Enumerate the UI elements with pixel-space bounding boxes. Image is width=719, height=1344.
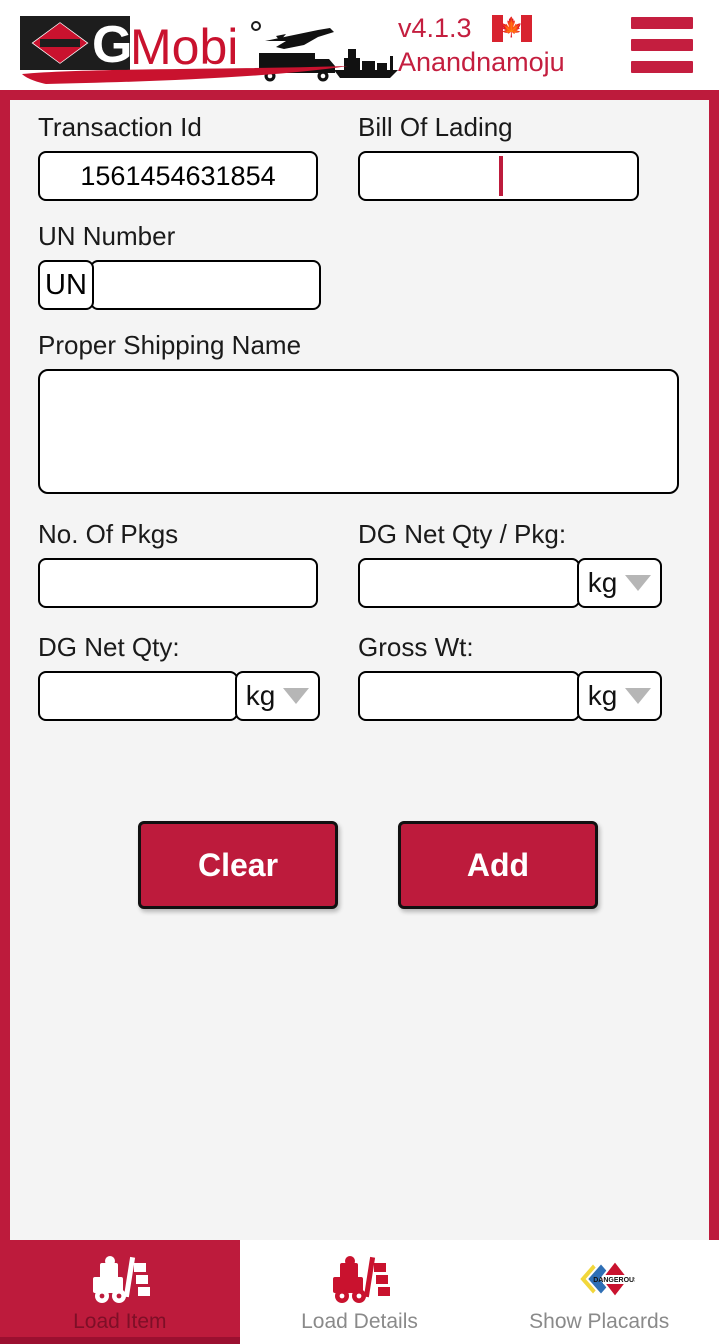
hamburger-menu-icon[interactable] bbox=[631, 17, 693, 73]
content-frame: Transaction Id Bill Of Lading UN Number … bbox=[0, 90, 719, 1240]
app-header: G Mobi v4.1.3 🍁 Anandnamoju bbox=[0, 0, 719, 90]
bottom-navigation: Load Item Load Details DANGEROUS Show Pl… bbox=[0, 1240, 719, 1344]
unit-value-label: kg bbox=[587, 680, 618, 711]
dg-net-qty-unit-dropdown[interactable]: kg bbox=[235, 671, 320, 721]
un-prefix-label: UN bbox=[38, 260, 94, 310]
app-logo: G Mobi bbox=[0, 0, 398, 90]
dg-net-qty-per-pkg-label: DG Net Qty / Pkg: bbox=[358, 519, 567, 549]
chevron-down-icon bbox=[625, 688, 652, 704]
gross-wt-group: kg bbox=[358, 671, 679, 721]
bill-of-lading-wrap bbox=[358, 151, 639, 201]
field-group-transaction-id: Transaction Id bbox=[38, 110, 318, 201]
app-version: v4.1.3 bbox=[398, 13, 472, 43]
tab-label: Load Details bbox=[301, 1310, 418, 1333]
tab-label: Show Placards bbox=[529, 1310, 670, 1333]
dangerous-placard-icon: DANGEROUS bbox=[563, 1250, 635, 1308]
field-group-dg-net-qty-per-pkg: DG Net Qty / Pkg: kg bbox=[358, 517, 679, 608]
no-of-pkgs-input[interactable] bbox=[38, 558, 318, 608]
tab-load-details[interactable]: Load Details bbox=[239, 1240, 480, 1344]
dg-net-qty-per-pkg-group: kg bbox=[358, 558, 679, 608]
unit-value-label: kg bbox=[245, 680, 276, 711]
user-name: Anandnamoju bbox=[398, 47, 565, 77]
canada-flag-icon: 🍁 bbox=[491, 14, 532, 42]
header-meta: v4.1.3 🍁 Anandnamoju bbox=[398, 11, 598, 79]
gross-wt-input[interactable] bbox=[358, 671, 580, 721]
un-number-wrap: UN bbox=[38, 260, 321, 310]
forklift-icon bbox=[89, 1250, 151, 1308]
transaction-id-label: Transaction Id bbox=[38, 112, 202, 142]
tab-show-placards[interactable]: DANGEROUS Show Placards bbox=[479, 1240, 719, 1344]
no-of-pkgs-label: No. Of Pkgs bbox=[38, 519, 179, 549]
bill-of-lading-label: Bill Of Lading bbox=[358, 112, 513, 142]
row-netqty-grosswt: DG Net Qty: kg Gross Wt: kg bbox=[38, 630, 681, 721]
svg-text:DANGEROUS: DANGEROUS bbox=[593, 1277, 635, 1284]
form-actions: Clear Add bbox=[38, 821, 681, 909]
chevron-down-icon bbox=[625, 575, 652, 591]
proper-shipping-name-label: Proper Shipping Name bbox=[38, 330, 302, 360]
un-number-label: UN Number bbox=[38, 221, 176, 251]
transaction-id-input[interactable] bbox=[38, 151, 318, 201]
clear-button[interactable]: Clear bbox=[138, 821, 338, 909]
svg-text:Mobi: Mobi bbox=[130, 19, 238, 75]
chevron-down-icon bbox=[283, 688, 310, 704]
forklift-icon bbox=[329, 1250, 391, 1308]
row-transaction-bol: Transaction Id Bill Of Lading bbox=[38, 110, 681, 201]
field-group-gross-wt: Gross Wt: kg bbox=[358, 630, 679, 721]
gross-wt-unit-dropdown[interactable]: kg bbox=[577, 671, 662, 721]
text-cursor-caret bbox=[498, 156, 503, 196]
app-root: G Mobi v4.1.3 🍁 Anandnamoju Transaction … bbox=[0, 0, 719, 1344]
svg-text:G: G bbox=[92, 16, 132, 74]
tab-label: Load Item bbox=[73, 1310, 167, 1333]
dg-net-qty-input[interactable] bbox=[38, 671, 238, 721]
gross-wt-label: Gross Wt: bbox=[358, 632, 474, 662]
dgmobi-logo-graphic: G Mobi bbox=[20, 16, 398, 84]
field-group-dg-net-qty: DG Net Qty: kg bbox=[38, 630, 320, 721]
dg-net-qty-group: kg bbox=[38, 671, 320, 721]
dg-net-qty-per-pkg-unit-dropdown[interactable]: kg bbox=[577, 558, 662, 608]
field-group-un-number: UN Number UN bbox=[38, 219, 321, 310]
load-item-form: Transaction Id Bill Of Lading UN Number … bbox=[10, 100, 709, 1240]
tab-load-item[interactable]: Load Item bbox=[0, 1240, 240, 1344]
proper-shipping-name-textarea[interactable] bbox=[38, 369, 679, 494]
dg-net-qty-per-pkg-input[interactable] bbox=[358, 558, 580, 608]
dg-net-qty-label: DG Net Qty: bbox=[38, 632, 180, 662]
field-group-bill-of-lading: Bill Of Lading bbox=[358, 110, 639, 201]
row-un-number: UN Number UN bbox=[38, 219, 681, 310]
version-row: v4.1.3 🍁 bbox=[398, 11, 598, 45]
unit-value-label: kg bbox=[587, 567, 618, 598]
un-number-input[interactable] bbox=[90, 260, 321, 310]
field-group-no-of-pkgs: No. Of Pkgs bbox=[38, 517, 318, 608]
field-group-proper-shipping-name: Proper Shipping Name bbox=[38, 328, 681, 499]
add-button[interactable]: Add bbox=[398, 821, 598, 909]
row-pkgs-netqtypkg: No. Of Pkgs DG Net Qty / Pkg: kg bbox=[38, 517, 681, 608]
